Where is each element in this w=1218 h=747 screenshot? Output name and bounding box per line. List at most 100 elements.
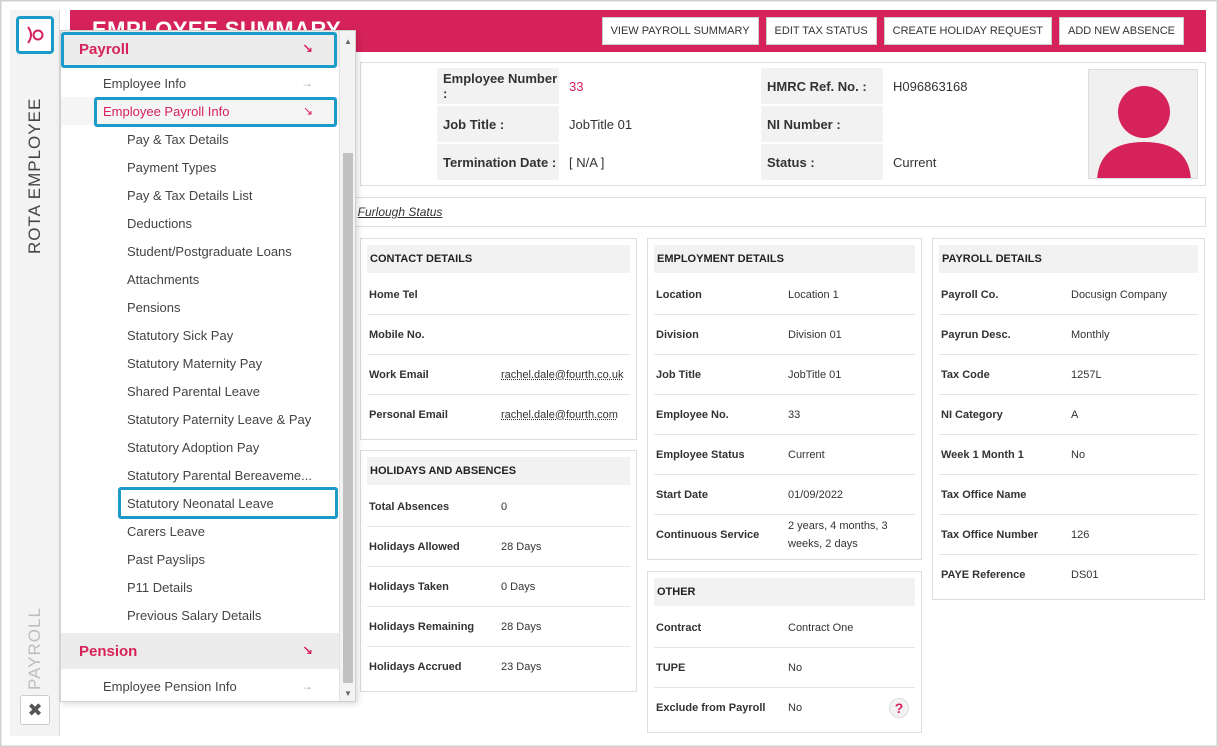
table-row: Continuous Service 2 years, 4 months, 3 … bbox=[654, 515, 915, 557]
row-label: Week 1 Month 1 bbox=[941, 449, 1024, 461]
termination-date-value: [ N/A ] bbox=[569, 154, 605, 170]
table-row: Payrun Desc. Monthly bbox=[939, 315, 1198, 355]
scroll-up-icon[interactable]: ▲ bbox=[340, 33, 355, 49]
row-label: Payrun Desc. bbox=[941, 329, 1011, 341]
row-value: A bbox=[1071, 409, 1079, 421]
row-label: Mobile No. bbox=[369, 329, 425, 341]
menu-item-deductions[interactable]: Deductions bbox=[61, 209, 339, 237]
table-row: Contract Contract One bbox=[654, 608, 915, 648]
status-label: Status : bbox=[761, 144, 883, 180]
holidays-absences-title: HOLIDAYS AND ABSENCES bbox=[367, 457, 630, 485]
row-value: Contract One bbox=[788, 622, 854, 634]
arrow-expanded-icon: ↘ bbox=[302, 104, 313, 118]
row-value: JobTitle 01 bbox=[788, 369, 842, 381]
add-new-absence-button[interactable]: ADD NEW ABSENCE bbox=[1059, 17, 1184, 45]
table-row: Total Absences 0 bbox=[367, 487, 630, 527]
row-value: No bbox=[788, 662, 803, 674]
row-label: Holidays Remaining bbox=[369, 621, 475, 633]
menu-list: Payroll ↘ Employee Info → Employee Payro… bbox=[61, 31, 339, 701]
menu-item-label: Employee Info bbox=[103, 75, 187, 91]
row-label: Work Email bbox=[369, 369, 429, 381]
row-label: Start Date bbox=[656, 489, 708, 501]
menu-item-student-loans[interactable]: Student/Postgraduate Loans bbox=[61, 237, 339, 265]
row-value: No bbox=[788, 702, 803, 714]
personal-email-link[interactable]: rachel.dale@fourth.com bbox=[501, 395, 618, 435]
row-value: Location 1 bbox=[788, 289, 839, 301]
menu-item-p11-details[interactable]: P11 Details bbox=[61, 573, 339, 601]
row-label: PAYE Reference bbox=[941, 569, 1026, 581]
ni-number-label: NI Number : bbox=[761, 106, 883, 142]
avatar bbox=[1088, 69, 1198, 179]
view-payroll-summary-button[interactable]: VIEW PAYROLL SUMMARY bbox=[601, 17, 759, 45]
menu-item-statutory-neonatal-leave[interactable]: Statutory Neonatal Leave bbox=[61, 489, 339, 517]
row-value: 23 Days bbox=[501, 661, 542, 673]
create-holiday-request-button[interactable]: CREATE HOLIDAY REQUEST bbox=[883, 17, 1053, 45]
table-row: Home Tel bbox=[367, 275, 630, 315]
menu-item-employee-payroll-info[interactable]: Employee Payroll Info ↘ bbox=[61, 97, 339, 125]
menu-item-statutory-sick-pay[interactable]: Statutory Sick Pay bbox=[61, 321, 339, 349]
menu-item-pensions[interactable]: Pensions bbox=[61, 293, 339, 321]
row-label: Contract bbox=[656, 622, 702, 634]
row-label: Exclude from Payroll bbox=[656, 702, 766, 714]
employee-info-strip: Employee Number : 33 HMRC Ref. No. : H09… bbox=[360, 62, 1206, 186]
contact-details-panel: CONTACT DETAILS Home Tel Mobile No. Work… bbox=[360, 238, 637, 440]
menu-item-carers-leave[interactable]: Carers Leave bbox=[61, 517, 339, 545]
furlough-status-link[interactable]: Furlough Status bbox=[358, 205, 443, 219]
menu-scrollbar[interactable]: ▲ ▼ bbox=[339, 31, 355, 701]
menu-item-attachments[interactable]: Attachments bbox=[61, 265, 339, 293]
row-label: Division bbox=[656, 329, 699, 341]
navigation-dropdown: Payroll ↘ Employee Info → Employee Payro… bbox=[60, 30, 356, 702]
hmrc-label: HMRC Ref. No. : bbox=[761, 68, 883, 104]
row-label: Employee No. bbox=[656, 409, 729, 421]
menu-item-statutory-paternity-leave[interactable]: Statutory Paternity Leave & Pay bbox=[61, 405, 339, 433]
user-silhouette-icon bbox=[1097, 86, 1191, 178]
row-label: Tax Office Number bbox=[941, 529, 1038, 541]
menu-item-pay-tax-details-list[interactable]: Pay & Tax Details List bbox=[61, 181, 339, 209]
row-value: 2 years, 4 months, 3 weeks, 2 days bbox=[788, 520, 888, 550]
menu-item-statutory-parental-bereavement[interactable]: Statutory Parental Bereaveme... bbox=[61, 461, 339, 489]
termination-date-label: Termination Date : bbox=[437, 144, 559, 180]
row-value: 0 bbox=[501, 501, 508, 513]
menu-section-payroll[interactable]: Payroll ↘ bbox=[61, 31, 339, 67]
menu-item-payment-types[interactable]: Payment Types bbox=[61, 153, 339, 181]
scroll-down-icon[interactable]: ▼ bbox=[340, 685, 355, 701]
row-label: Holidays Accrued bbox=[369, 661, 462, 673]
menu-item-past-payslips[interactable]: Past Payslips bbox=[61, 545, 339, 573]
menu-item-previous-salary-details[interactable]: Previous Salary Details bbox=[61, 601, 339, 629]
employee-number-value: 33 bbox=[569, 78, 584, 94]
row-label: NI Category bbox=[941, 409, 1003, 421]
table-row: Payroll Co. Docusign Company bbox=[939, 275, 1198, 315]
row-value: 0 Days bbox=[501, 581, 536, 593]
row-value: DS01 bbox=[1071, 569, 1099, 581]
row-value: No bbox=[1071, 449, 1086, 461]
menu-item-label: Employee Payroll Info bbox=[103, 103, 230, 119]
row-label: Employee Status bbox=[656, 449, 745, 461]
scrollbar-thumb[interactable] bbox=[343, 153, 353, 683]
row-label: Holidays Taken bbox=[369, 581, 449, 593]
logo-icon bbox=[27, 26, 44, 44]
close-icon[interactable]: ✖ bbox=[20, 695, 50, 725]
help-icon[interactable]: ? bbox=[889, 698, 909, 718]
menu-item-pay-tax-details[interactable]: Pay & Tax Details bbox=[61, 125, 339, 153]
edit-tax-status-button[interactable]: EDIT TAX STATUS bbox=[765, 17, 877, 45]
row-label: Location bbox=[656, 289, 702, 301]
menu-item-shared-parental-leave[interactable]: Shared Parental Leave bbox=[61, 377, 339, 405]
row-label: Holidays Allowed bbox=[369, 541, 460, 553]
work-email-link[interactable]: rachel.dale@fourth.co.uk bbox=[501, 355, 623, 395]
menu-section-pension[interactable]: Pension ↘ bbox=[61, 633, 339, 669]
row-label: Continuous Service bbox=[656, 529, 760, 541]
row-label: TUPE bbox=[656, 662, 686, 674]
app-logo-button[interactable] bbox=[16, 16, 54, 54]
rota-employee-label[interactable]: ROTA EMPLOYEE bbox=[10, 74, 60, 254]
arrow-right-icon: → bbox=[301, 76, 313, 90]
menu-item-employee-pension-info[interactable]: Employee Pension Info → bbox=[61, 672, 339, 700]
payroll-rail-label[interactable]: PAYROLL bbox=[10, 590, 60, 690]
table-row: Holidays Allowed 28 Days bbox=[367, 527, 630, 567]
menu-item-statutory-adoption-pay[interactable]: Statutory Adoption Pay bbox=[61, 433, 339, 461]
menu-item-employee-info[interactable]: Employee Info → bbox=[61, 69, 339, 97]
furlough-bar: s : Furlough Status bbox=[340, 197, 1206, 227]
menu-item-statutory-maternity-pay[interactable]: Statutory Maternity Pay bbox=[61, 349, 339, 377]
row-value: 1257L bbox=[1071, 369, 1102, 381]
row-value: 28 Days bbox=[501, 541, 542, 553]
arrow-expanded-icon: ↘ bbox=[302, 41, 313, 56]
